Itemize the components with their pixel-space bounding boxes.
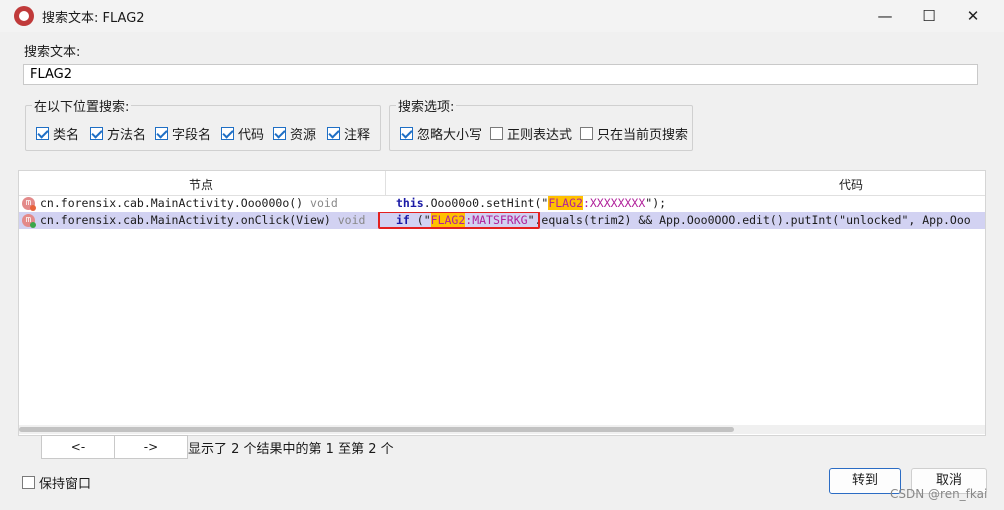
checkbox-checked-icon [90,127,103,140]
checkbox-ignore-case[interactable]: 忽略大小写 [400,124,482,143]
title-bar: 搜索文本: FLAG2 — ☐ ✕ [0,0,1004,32]
checkbox-checked-icon [155,127,168,140]
results-table: 节点 代码 m cn.forensix.cab.MainActivity.Ooo… [18,170,986,436]
maximize-icon[interactable]: ☐ [906,0,952,32]
return-type: void [337,213,366,227]
search-label: 搜索文本: [24,45,81,60]
horizontal-scrollbar[interactable] [19,425,985,434]
checkbox-label: 资源 [290,128,317,143]
node-text: cn.forensix.cab.MainActivity.Ooo000o() [40,196,304,210]
node-cell: cn.forensix.cab.MainActivity.Ooo000o() v… [40,196,338,210]
node-cell: cn.forensix.cab.MainActivity.onClick(Vie… [40,213,365,227]
search-input[interactable] [23,64,978,85]
checkbox-label: 只在当前页搜索 [597,128,689,143]
checkbox-current-page-only[interactable]: 只在当前页搜索 [580,124,688,143]
minimize-icon[interactable]: — [862,0,908,32]
checkbox-class-name[interactable]: 类名 [36,124,79,143]
checkbox-checked-icon [273,127,286,140]
code-string: :XXXXXXXX [582,196,646,210]
code-text: ".equals(trim2) && App.Ooo0OOO.edit().pu… [527,213,971,227]
column-header-code[interactable]: 代码 [839,176,863,193]
table-header: 节点 代码 [19,171,985,196]
search-options-title: 搜索选项: [396,96,457,115]
checkbox-label: 代码 [238,128,265,143]
result-status: 显示了 2 个结果中的第 1 至第 2 个 [188,442,394,457]
prev-page-button[interactable]: <- [41,435,115,459]
checkbox-comment[interactable]: 注释 [327,124,370,143]
checkbox-resource[interactable]: 资源 [273,124,316,143]
checkbox-label: 类名 [53,128,80,143]
checkbox-unchecked-icon [22,476,35,489]
column-divider[interactable] [385,171,386,195]
checkbox-label: 注释 [344,128,371,143]
checkbox-checked-icon [221,127,234,140]
match-highlight: FLAG2 [548,196,583,210]
close-icon[interactable]: ✕ [950,0,996,32]
checkbox-unchecked-icon [580,127,593,140]
checkbox-field-name[interactable]: 字段名 [155,124,211,143]
code-keyword: this [396,196,424,210]
code-text: .Ooo00o0.setHint(" [423,196,549,210]
checkbox-checked-icon [400,127,413,140]
checkbox-unchecked-icon [490,127,503,140]
checkbox-method-name[interactable]: 方法名 [90,124,146,143]
checkbox-label: 保持窗口 [39,477,92,492]
checkbox-regex[interactable]: 正则表达式 [490,124,572,143]
checkbox-code[interactable]: 代码 [221,124,264,143]
checkbox-checked-icon [327,127,340,140]
column-header-node[interactable]: 节点 [189,176,213,193]
table-row[interactable]: m cn.forensix.cab.MainActivity.Ooo000o()… [19,195,985,212]
search-location-title: 在以下位置搜索: [32,96,132,115]
table-row-selected[interactable]: m cn.forensix.cab.MainActivity.onClick(V… [19,212,985,229]
window-title: 搜索文本: FLAG2 [42,11,145,26]
scrollbar-thumb[interactable] [19,427,734,432]
access-public-dot-icon [30,222,36,228]
node-text: cn.forensix.cab.MainActivity.onClick(Vie… [40,213,331,227]
checkbox-label: 忽略大小写 [417,128,483,143]
app-logo-icon [14,6,34,26]
checkbox-checked-icon [36,127,49,140]
watermark-text: CSDN @ren_fkai [890,487,988,501]
checkbox-keep-window[interactable]: 保持窗口 [22,473,91,492]
next-page-button[interactable]: -> [114,435,188,459]
red-annotation-box [378,212,540,229]
checkbox-label: 正则表达式 [507,128,573,143]
return-type: void [310,196,338,210]
code-cell: this.Ooo00o0.setHint("FLAG2:XXXXXXXX"); [396,196,666,210]
access-private-dot-icon [30,205,36,211]
checkbox-label: 字段名 [172,128,212,143]
code-text: "); [645,196,667,210]
checkbox-label: 方法名 [107,128,147,143]
